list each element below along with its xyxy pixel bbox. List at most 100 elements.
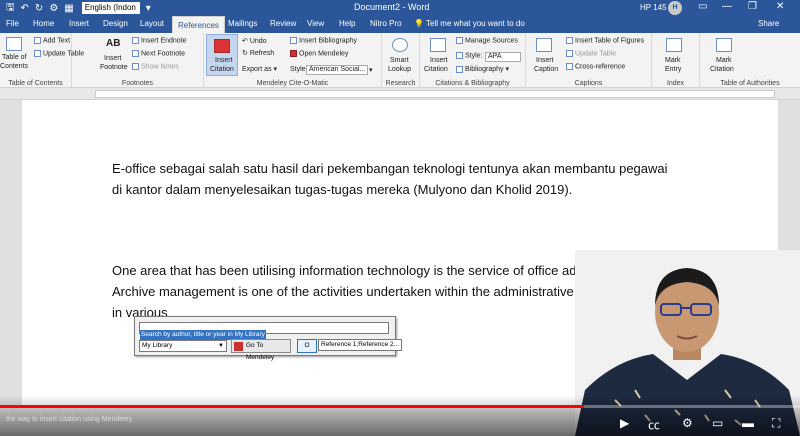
tab-help[interactable]: Help: [339, 19, 355, 28]
tab-mailings[interactable]: Mailings: [228, 19, 257, 28]
tab-review[interactable]: Review: [270, 19, 296, 28]
share-button[interactable]: Share: [758, 19, 779, 28]
toc-button-label2[interactable]: Contents: [0, 63, 28, 70]
play-icon[interactable]: ▶: [620, 416, 629, 430]
save-icon[interactable]: 🖫: [6, 0, 15, 17]
video-progress-bar[interactable]: [0, 405, 800, 408]
smart-lookup-label2[interactable]: Lookup: [388, 66, 411, 73]
manage-sources-button[interactable]: Manage Sources: [456, 37, 518, 44]
style-label: Style:: [290, 66, 308, 73]
table-of-figures-label: Insert Table of Figures: [575, 37, 645, 45]
group-label: Table of Authorities: [720, 80, 780, 87]
cross-reference-button[interactable]: Cross-reference: [566, 63, 625, 70]
next-footnote-icon: [132, 50, 139, 57]
minimize-button[interactable]: —: [722, 1, 732, 12]
cross-reference-icon: [566, 63, 573, 70]
next-footnote-label: Next Footnote: [141, 50, 185, 58]
ruler-scale: [95, 90, 775, 98]
title-bar: 🖫 ↶ ↻ ⚙ ▦ English (Indon ▾ Document2 - W…: [0, 0, 800, 16]
open-mendeley-label: Open Mendeley: [299, 50, 349, 58]
mark-citation-label[interactable]: Mark: [716, 57, 732, 64]
group-label: Research: [385, 80, 416, 87]
theater-icon[interactable]: ▬: [742, 416, 754, 430]
language-select[interactable]: English (Indon: [81, 2, 140, 14]
close-button[interactable]: ✕: [776, 1, 784, 12]
captions-icon[interactable]: ㏄: [648, 416, 660, 433]
insert-footnote-label[interactable]: Insert: [104, 55, 122, 62]
go-to-mendeley-button[interactable]: Go To Mendeley: [231, 339, 291, 361]
next-footnote-button[interactable]: Next Footnote: [132, 50, 185, 57]
tab-design[interactable]: Design: [103, 19, 128, 28]
bibliography-icon: [456, 65, 463, 73]
lightbulb-icon: 💡: [414, 19, 427, 28]
tab-layout[interactable]: Layout: [140, 19, 164, 28]
group-table-of-contents: Table of Contents Add Text Update Table …: [0, 33, 84, 88]
draw-table-icon[interactable]: ▦: [64, 3, 73, 14]
redo-icon[interactable]: ↻: [35, 3, 43, 14]
toc-button-label[interactable]: Table of: [2, 54, 27, 61]
export-as-label: Export as: [242, 66, 272, 73]
export-as-button[interactable]: Export as ▾: [242, 65, 277, 73]
tell-me-label: Tell me what you want to do: [426, 19, 525, 28]
mark-citation-label2[interactable]: Citation: [710, 66, 734, 73]
group-label: Footnotes: [121, 80, 154, 87]
insert-endnote-button[interactable]: Insert Endnote: [132, 37, 187, 44]
paragraph-indonesian[interactable]: E-office sebagai salah satu hasil dari p…: [112, 158, 672, 200]
group-mendeley: Insert Citation ↶ Undo ↻ Refresh Export …: [204, 33, 382, 88]
paragraph-english[interactable]: One area that has been utilising informa…: [112, 260, 652, 323]
fullscreen-icon[interactable]: ⛶: [772, 416, 780, 431]
open-mendeley-button[interactable]: Open Mendeley: [290, 50, 348, 57]
restore-button[interactable]: ❐: [748, 1, 757, 12]
insert-citation-icon: [430, 38, 446, 52]
insert-caption-label2[interactable]: Caption: [534, 66, 558, 73]
chevron-down-icon[interactable]: ▾: [369, 66, 373, 74]
undo-icon: ↶: [242, 38, 250, 45]
manage-sources-label: Manage Sources: [465, 37, 518, 45]
smart-lookup-label[interactable]: Smart: [390, 57, 409, 64]
insert-citation-label[interactable]: Insert: [430, 57, 448, 64]
mendeley-style-select[interactable]: American Social...: [306, 65, 368, 75]
miniplayer-icon[interactable]: ▭: [712, 416, 723, 430]
tab-insert[interactable]: Insert: [69, 19, 89, 28]
mark-entry-label2[interactable]: Entry: [665, 66, 681, 73]
group-label: Table of Contents: [8, 80, 63, 87]
mendeley-search-input[interactable]: Search by author, title or year in My Li…: [139, 322, 389, 340]
ok-button[interactable]: O: [297, 339, 317, 353]
add-text-button[interactable]: Add Text: [34, 37, 70, 44]
insert-endnote-label: Insert Endnote: [141, 37, 187, 45]
mendeley-refresh-button[interactable]: ↻ Refresh: [242, 49, 274, 57]
tell-me-search[interactable]: 💡 Tell me what you want to do: [414, 19, 525, 28]
mark-entry-label[interactable]: Mark: [665, 57, 681, 64]
library-select[interactable]: My Library ▼: [139, 340, 227, 352]
insert-footnote-label2[interactable]: Footnote: [100, 64, 128, 71]
customize-icon[interactable]: ⚙: [49, 3, 58, 14]
insert-table-of-figures-button[interactable]: Insert Table of Figures: [566, 37, 644, 44]
ribbon-display-icon[interactable]: ▭: [698, 1, 707, 12]
video-subtitle: the way to insert citation using Mendele…: [6, 416, 133, 423]
mendeley-undo-button[interactable]: ↶ Undo: [242, 37, 267, 45]
more-icon[interactable]: ▾: [146, 3, 151, 14]
tab-nitro-pro[interactable]: Nitro Pro: [370, 19, 402, 28]
tab-home[interactable]: Home: [33, 19, 54, 28]
tab-references[interactable]: References: [172, 16, 225, 33]
update-table-button[interactable]: Update Table: [566, 50, 616, 57]
insert-bibliography-button[interactable]: Insert Bibliography: [290, 37, 357, 44]
undo-icon[interactable]: ↶: [21, 3, 29, 14]
tab-view[interactable]: View: [307, 19, 324, 28]
citation-style-select[interactable]: APA: [485, 52, 521, 62]
avatar[interactable]: H: [668, 1, 682, 15]
horizontal-ruler[interactable]: [0, 88, 800, 100]
bibliography-button[interactable]: Bibliography ▾: [456, 65, 509, 73]
video-progress-fill: [0, 405, 584, 408]
show-notes-button[interactable]: Show Notes: [132, 63, 179, 70]
settings-icon[interactable]: ⚙: [682, 416, 693, 430]
mark-citation-icon: [716, 38, 732, 52]
tab-file[interactable]: File: [6, 19, 19, 28]
insert-caption-label[interactable]: Insert: [536, 57, 554, 64]
mendeley-insert-label: Insert: [215, 57, 233, 64]
insert-citation-label2[interactable]: Citation: [424, 66, 448, 73]
style-label: Style:: [465, 52, 483, 60]
show-notes-icon: [132, 63, 139, 70]
mendeley-icon: [214, 39, 230, 53]
library-value: My Library: [142, 342, 173, 349]
